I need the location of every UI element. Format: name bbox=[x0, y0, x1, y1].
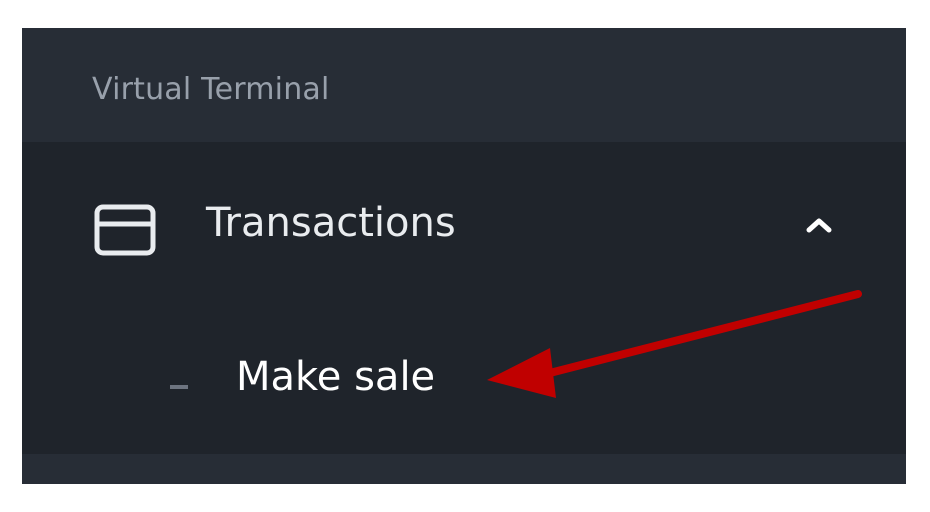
sidebar: Virtual Terminal Transactions Make sale bbox=[22, 28, 906, 484]
annotation-arrow-icon bbox=[487, 290, 862, 398]
